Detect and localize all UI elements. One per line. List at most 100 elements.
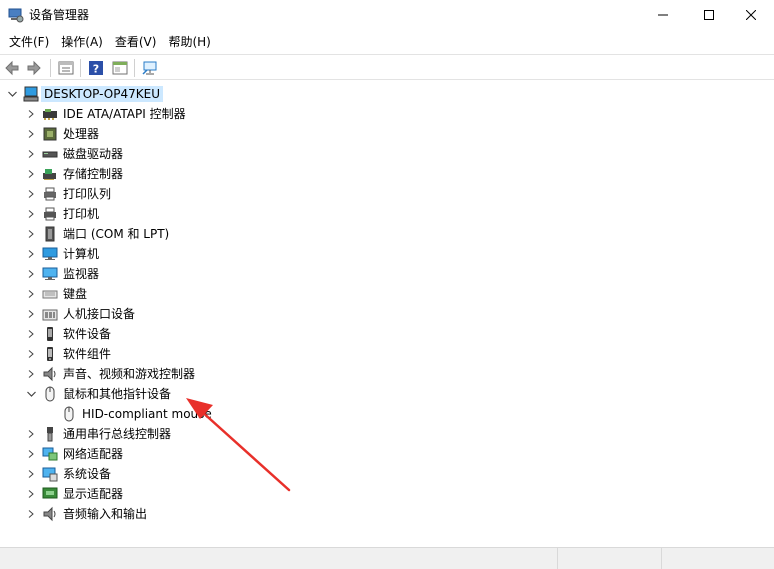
tree-category-label: 系统设备	[63, 467, 112, 481]
toolbar-separator	[80, 59, 81, 77]
print-queue-icon	[42, 186, 58, 202]
tree-category-item[interactable]: 存储控制器	[0, 164, 774, 184]
audio-io-icon	[42, 506, 58, 522]
tree-category-item[interactable]: 打印机	[0, 204, 774, 224]
tree-category-label: 显示适配器	[63, 487, 124, 501]
tree-category-item[interactable]: 人机接口设备	[0, 304, 774, 324]
tree-category-item[interactable]: 音频输入和输出	[0, 504, 774, 524]
menu-help[interactable]: 帮助(H)	[162, 32, 216, 52]
processor-icon	[42, 126, 58, 142]
menu-bar: 文件(F) 操作(A) 查看(V) 帮助(H)	[0, 31, 774, 53]
tree-category-item[interactable]: 软件组件	[0, 344, 774, 364]
tree-category-label: 软件组件	[63, 347, 112, 361]
tree-category-item[interactable]: 键盘	[0, 284, 774, 304]
expand-chevron-icon[interactable]	[25, 424, 37, 444]
tree-category-label: 磁盘驱动器	[63, 147, 124, 161]
expand-chevron-icon[interactable]	[25, 344, 37, 364]
sound-icon	[42, 366, 58, 382]
software-device-icon	[42, 326, 58, 342]
network-adapter-icon	[42, 446, 58, 462]
tree-category-item[interactable]: 网络适配器	[0, 444, 774, 464]
keyboard-icon	[42, 286, 58, 302]
tree-category-item[interactable]: 监视器	[0, 264, 774, 284]
show-hide-icon[interactable]	[110, 58, 130, 78]
system-device-icon	[42, 466, 58, 482]
computer-icon	[42, 246, 58, 262]
mouse-icon	[42, 386, 58, 402]
maximize-button[interactable]	[686, 0, 732, 30]
tree-category-item[interactable]: 系统设备	[0, 464, 774, 484]
collapse-chevron-icon[interactable]	[25, 384, 37, 404]
tree-category-item[interactable]: 处理器	[0, 124, 774, 144]
tree-category-label: 处理器	[63, 127, 100, 141]
ide-controller-icon	[42, 106, 58, 122]
expand-chevron-icon[interactable]	[25, 184, 37, 204]
computer-root-icon	[23, 86, 39, 102]
tree-category-item[interactable]: 计算机	[0, 244, 774, 264]
properties-icon[interactable]	[56, 58, 76, 78]
title-bar: 设备管理器	[0, 0, 774, 30]
tree-category-item[interactable]: 软件设备	[0, 324, 774, 344]
printer-icon	[42, 206, 58, 222]
status-separator	[557, 548, 558, 569]
tree-category-item[interactable]: 鼠标和其他指针设备	[0, 384, 774, 404]
tree-root-node[interactable]: DESKTOP-OP47KEU	[0, 84, 774, 104]
minimize-button[interactable]	[640, 0, 686, 30]
mouse-icon	[61, 406, 77, 422]
tree-category-item[interactable]: 打印队列	[0, 184, 774, 204]
expand-chevron-icon[interactable]	[25, 124, 37, 144]
hid-icon	[42, 306, 58, 322]
expand-chevron-icon[interactable]	[25, 284, 37, 304]
back-arrow-icon[interactable]	[2, 58, 22, 78]
scan-hardware-icon[interactable]	[140, 58, 160, 78]
tree-category-item[interactable]: 磁盘驱动器	[0, 144, 774, 164]
expand-chevron-icon[interactable]	[25, 164, 37, 184]
tree-category-item[interactable]: IDE ATA/ATAPI 控制器	[0, 104, 774, 124]
tree-category-item[interactable]: 通用串行总线控制器	[0, 424, 774, 444]
expand-chevron-icon[interactable]	[25, 504, 37, 524]
forward-arrow-icon[interactable]	[24, 58, 44, 78]
tree-category-label: 计算机	[63, 247, 100, 261]
tree-category-label: 监视器	[63, 267, 100, 281]
expand-chevron-icon[interactable]	[25, 444, 37, 464]
collapse-chevron-icon[interactable]	[6, 84, 18, 104]
toolbar-separator	[50, 59, 51, 77]
tree-category-item[interactable]: 声音、视频和游戏控制器	[0, 364, 774, 384]
menu-view[interactable]: 查看(V)	[109, 32, 163, 52]
tree-device-label: HID-compliant mouse	[82, 407, 212, 421]
expand-chevron-icon[interactable]	[25, 244, 37, 264]
tree-category-label: 软件设备	[63, 327, 112, 341]
device-tree: DESKTOP-OP47KEU IDE ATA/ATAPI 控制器处理器磁盘驱动器…	[0, 81, 774, 546]
expand-chevron-icon[interactable]	[25, 484, 37, 504]
usb-icon	[42, 426, 58, 442]
tree-category-label: 打印机	[63, 207, 100, 221]
tree-category-item[interactable]: 端口 (COM 和 LPT)	[0, 224, 774, 244]
storage-controller-icon	[42, 166, 58, 182]
expand-chevron-icon[interactable]	[25, 304, 37, 324]
tree-category-label: 网络适配器	[63, 447, 124, 461]
expand-chevron-icon[interactable]	[25, 144, 37, 164]
expand-chevron-icon[interactable]	[25, 204, 37, 224]
tree-category-label: 音频输入和输出	[63, 507, 148, 521]
expand-chevron-icon[interactable]	[25, 324, 37, 344]
tree-category-item[interactable]: 显示适配器	[0, 484, 774, 504]
expand-chevron-icon[interactable]	[25, 464, 37, 484]
software-component-icon	[42, 346, 58, 362]
menu-file[interactable]: 文件(F)	[3, 32, 55, 52]
tree-category-label: 键盘	[63, 287, 88, 301]
tree-category-label: 打印队列	[63, 187, 112, 201]
expand-chevron-icon[interactable]	[25, 224, 37, 244]
display-adapter-icon	[42, 486, 58, 502]
expand-chevron-icon[interactable]	[25, 104, 37, 124]
tree-category-label: 通用串行总线控制器	[63, 427, 172, 441]
close-button[interactable]	[728, 0, 774, 30]
menu-action[interactable]: 操作(A)	[55, 32, 109, 52]
window-title: 设备管理器	[29, 8, 90, 22]
tree-device-item[interactable]: HID-compliant mouse	[0, 404, 774, 424]
expand-chevron-icon[interactable]	[25, 264, 37, 284]
device-manager-icon	[8, 7, 24, 23]
tree-category-label: 声音、视频和游戏控制器	[63, 367, 196, 381]
help-icon[interactable]: ?	[86, 58, 106, 78]
status-separator	[661, 548, 662, 569]
expand-chevron-icon[interactable]	[25, 364, 37, 384]
